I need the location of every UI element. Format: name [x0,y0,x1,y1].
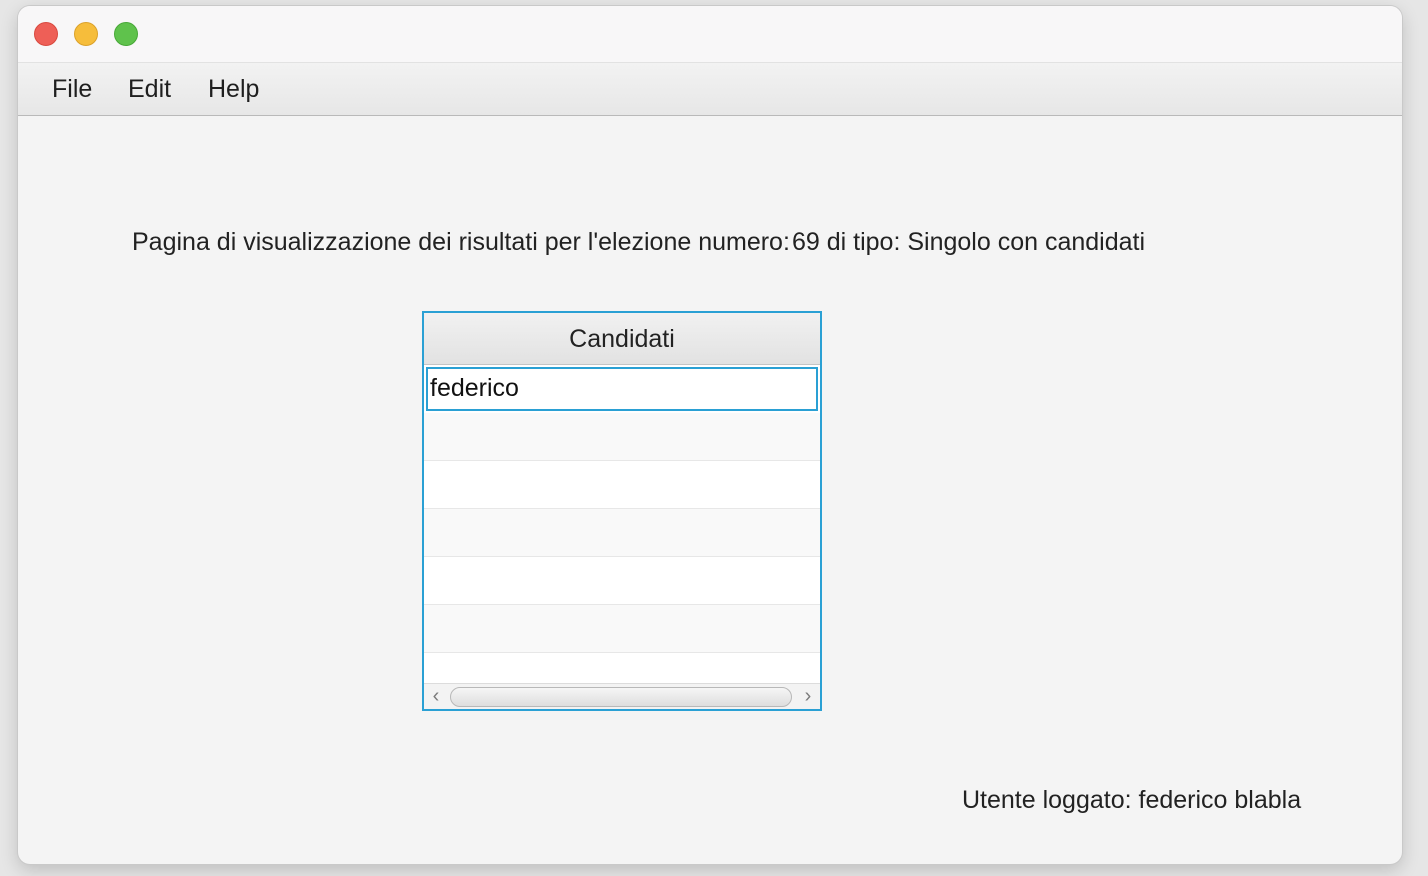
table-row[interactable] [424,557,820,605]
table-row[interactable] [424,509,820,557]
table-row-selected[interactable]: federico [426,367,818,411]
menu-bar: File Edit Help [18,63,1402,116]
menu-edit[interactable]: Edit [128,75,171,104]
scroll-thumb[interactable] [450,687,792,707]
horizontal-scrollbar[interactable]: ‹ › [424,683,820,709]
scroll-right-arrow-icon[interactable]: › [798,686,818,708]
title-bar[interactable] [18,6,1402,63]
logged-user-status: Utente loggato: federico blabla [962,786,1302,814]
app-window: File Edit Help Pagina di visualizzazione… [18,6,1402,864]
election-info: 69 di tipo: Singolo con candidati [792,228,1146,256]
candidates-table[interactable]: Candidati federico ‹ › [422,311,822,711]
minimize-window-button[interactable] [74,22,98,46]
table-rows: federico [424,365,820,701]
menu-file[interactable]: File [52,75,92,104]
scroll-left-arrow-icon[interactable]: ‹ [426,686,446,708]
table-row[interactable] [424,413,820,461]
table-row[interactable] [424,605,820,653]
table-row[interactable] [424,461,820,509]
menu-help[interactable]: Help [208,75,259,104]
maximize-window-button[interactable] [114,22,138,46]
page-heading-label: Pagina di visualizzazione dei risultati … [132,228,790,256]
close-window-button[interactable] [34,22,58,46]
column-header-candidati[interactable]: Candidati [424,313,820,365]
